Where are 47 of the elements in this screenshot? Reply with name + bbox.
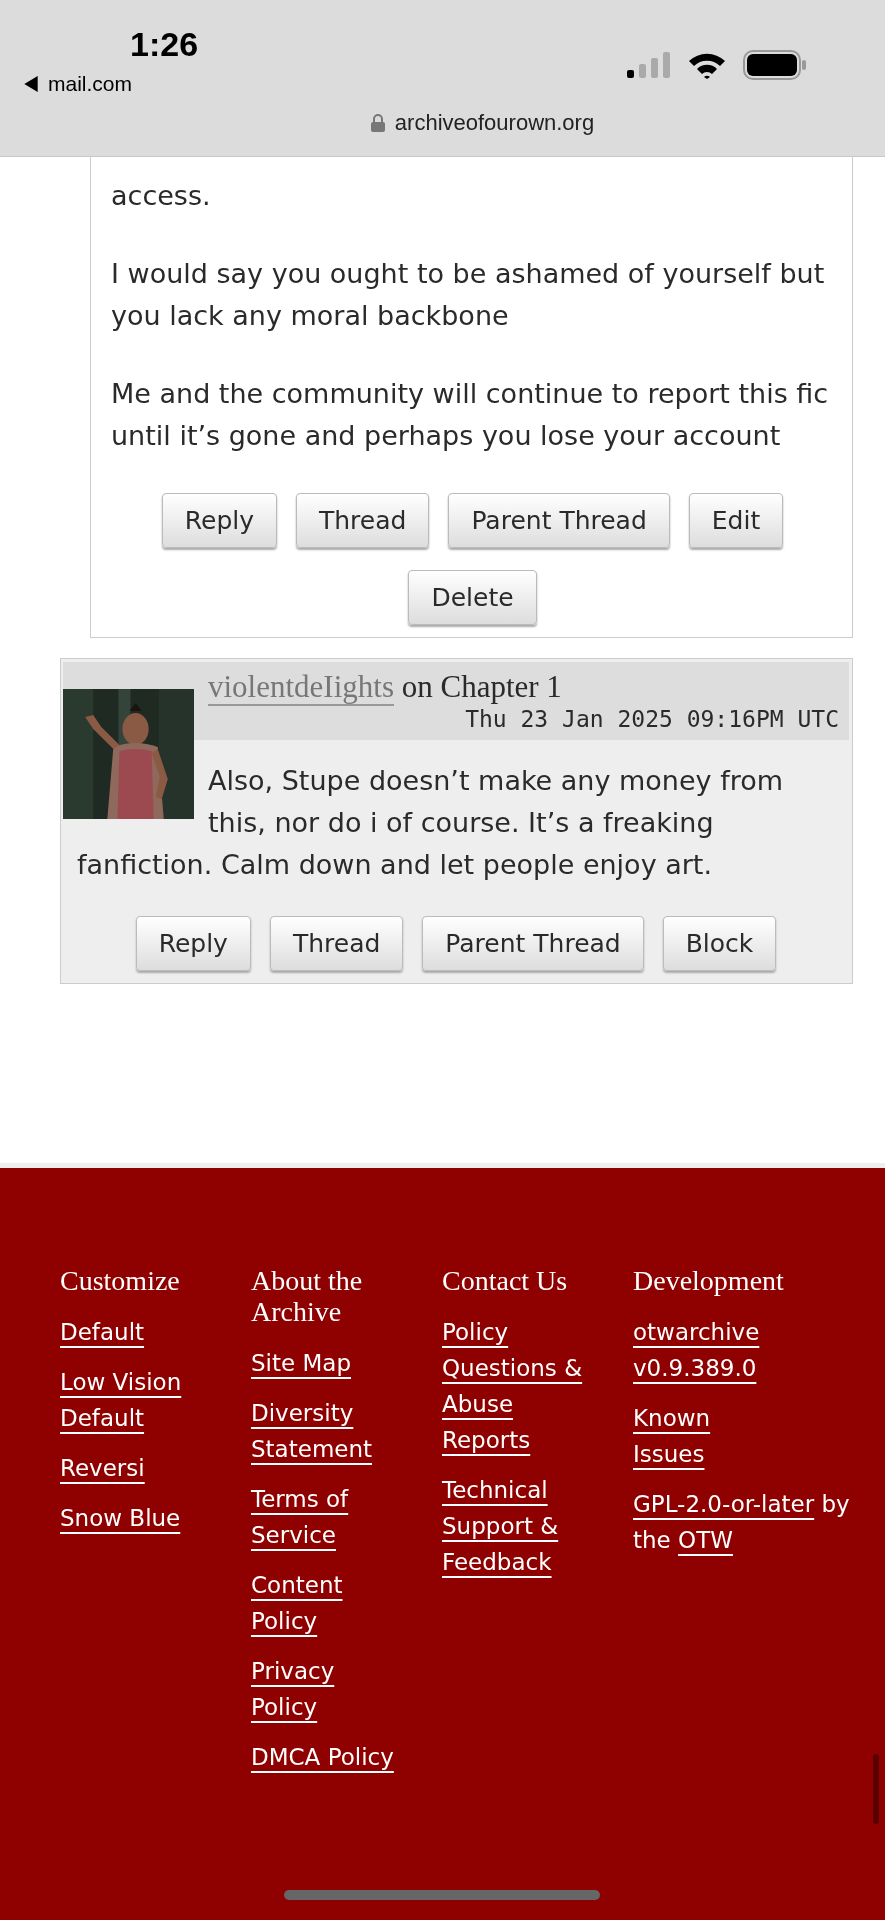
comment-text: Also, Stupe doesn’t make any money from this, nor do i of course. It’s a freaking fanfiction. Calm down and let people enjoy art. [77, 764, 784, 882]
back-arrow-icon [24, 76, 38, 92]
footer-link[interactable]: Default [60, 1314, 145, 1350]
comment-text: Me and the community will continue to report this fic until it’s gone and perhaps you lose your account [111, 377, 830, 453]
footer-link[interactable]: Policy Questions & Abuse Reports [442, 1314, 592, 1458]
status-time: 1:26 [130, 24, 199, 64]
signal-icon [627, 52, 671, 78]
footer-link[interactable]: DMCA Policy [251, 1739, 394, 1775]
comment-action-button[interactable]: Reply [161, 493, 277, 548]
comment-action-button[interactable]: Parent Thread [448, 493, 670, 548]
footer-link[interactable]: Low Vision Default [60, 1364, 210, 1436]
footer-link[interactable]: GPL-2.0-or-later [633, 1486, 815, 1522]
scrollbar [873, 1754, 879, 1824]
footer-link[interactable]: Technical Support & Feedback [442, 1472, 592, 1580]
wifi-icon [687, 51, 727, 79]
comment-action-button[interactable]: Thread [269, 916, 404, 971]
comment-action-button[interactable]: Reply [135, 916, 251, 971]
credit-text: by [821, 1491, 850, 1517]
address-bar[interactable]: archiveofourown.org [80, 110, 885, 136]
comment-text: access. [111, 179, 212, 213]
url-text: archiveofourown.org [394, 110, 595, 136]
footer-heading: Customize [60, 1265, 181, 1296]
footer-link[interactable]: Known Issues [633, 1400, 783, 1472]
footer-heading: About the Archive [251, 1265, 364, 1327]
footer-link[interactable]: Terms of Service [251, 1481, 401, 1553]
comment-date: Thu 23 Jan 2025 09:16PM UTC [464, 705, 839, 734]
footer-heading: Development [633, 1265, 785, 1296]
comment-byline: violentdeIights on Chapter 1 [207, 670, 563, 704]
footer-link[interactable]: Snow Blue [60, 1500, 181, 1536]
footer-link[interactable]: Privacy Policy [251, 1653, 401, 1725]
footer-link[interactable]: Reversi [60, 1450, 145, 1486]
comment-action-button[interactable]: Thread [296, 493, 430, 548]
footer-heading: Contact Us [442, 1265, 569, 1296]
footer-link[interactable]: Content Policy [251, 1567, 401, 1639]
footer-link[interactable]: OTW [678, 1522, 733, 1558]
comment-action-button[interactable]: Block [662, 916, 777, 971]
footer-link[interactable]: Site Map [251, 1345, 351, 1381]
back-to-app-link[interactable]: mail.com [24, 72, 199, 96]
battery-icon [743, 50, 807, 80]
footer-link[interactable]: Diversity Statement [251, 1395, 401, 1467]
comment-action-button[interactable]: Parent Thread [422, 916, 644, 971]
comment-action-button[interactable]: Edit [688, 493, 784, 548]
comment-text: I would say you ought to be ashamed of yourself but you lack any moral backbone [111, 257, 826, 333]
lock-icon [370, 114, 385, 132]
footer-link[interactable]: otwarchive v0.9.389.0 [633, 1314, 783, 1386]
comment-action-button[interactable]: Delete [408, 570, 537, 625]
credit-text: the [633, 1527, 671, 1553]
